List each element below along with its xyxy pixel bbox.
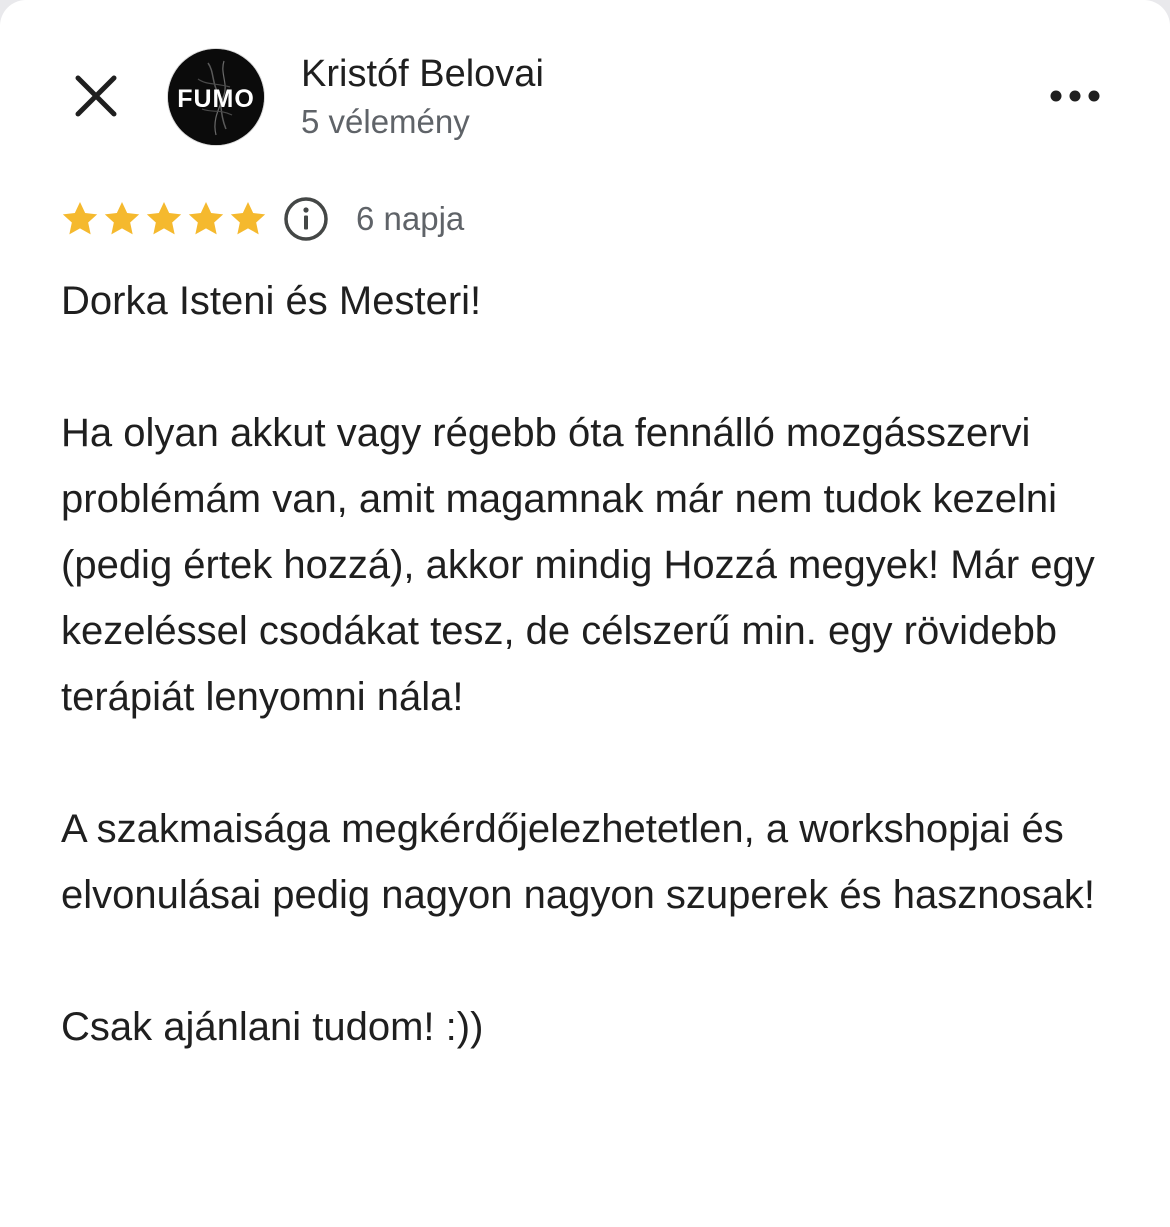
more-horizontal-icon (1050, 90, 1100, 102)
review-paragraph: Dorka Isteni és Mesteri! (61, 279, 482, 323)
more-options-button[interactable] (1040, 70, 1110, 122)
info-icon (284, 197, 328, 241)
review-text: Dorka Isteni és Mesteri! Ha olyan akkut … (61, 268, 1131, 1126)
reviewer-name[interactable]: Kristóf Belovai (301, 52, 544, 96)
star-icon (188, 202, 224, 235)
review-paragraph: A szakmaisága megkérdőjelezhetetlen, a w… (61, 807, 1096, 917)
close-button[interactable] (66, 66, 126, 126)
review-date: 6 napja (356, 200, 465, 237)
review-paragraph: Csak ajánlani tudom! :)) (61, 1005, 484, 1049)
star-rating (60, 199, 268, 239)
review-sheet: FUMO Kristóf Belovai 5 vélemény 6 napja … (0, 0, 1170, 1227)
review-paragraph: Ha olyan akkut vagy régebb óta fennálló … (61, 411, 1095, 719)
star-icon (62, 202, 98, 235)
avatar-logo-text: FUMO (177, 85, 255, 113)
reviewer-review-count: 5 vélemény (301, 103, 470, 140)
avatar[interactable]: FUMO (168, 49, 264, 145)
info-button[interactable] (282, 195, 330, 243)
rating-row: 6 napja (60, 194, 464, 244)
star-icon (104, 202, 140, 235)
star-icon (230, 202, 266, 235)
close-icon (75, 75, 117, 117)
star-icon (146, 202, 182, 235)
